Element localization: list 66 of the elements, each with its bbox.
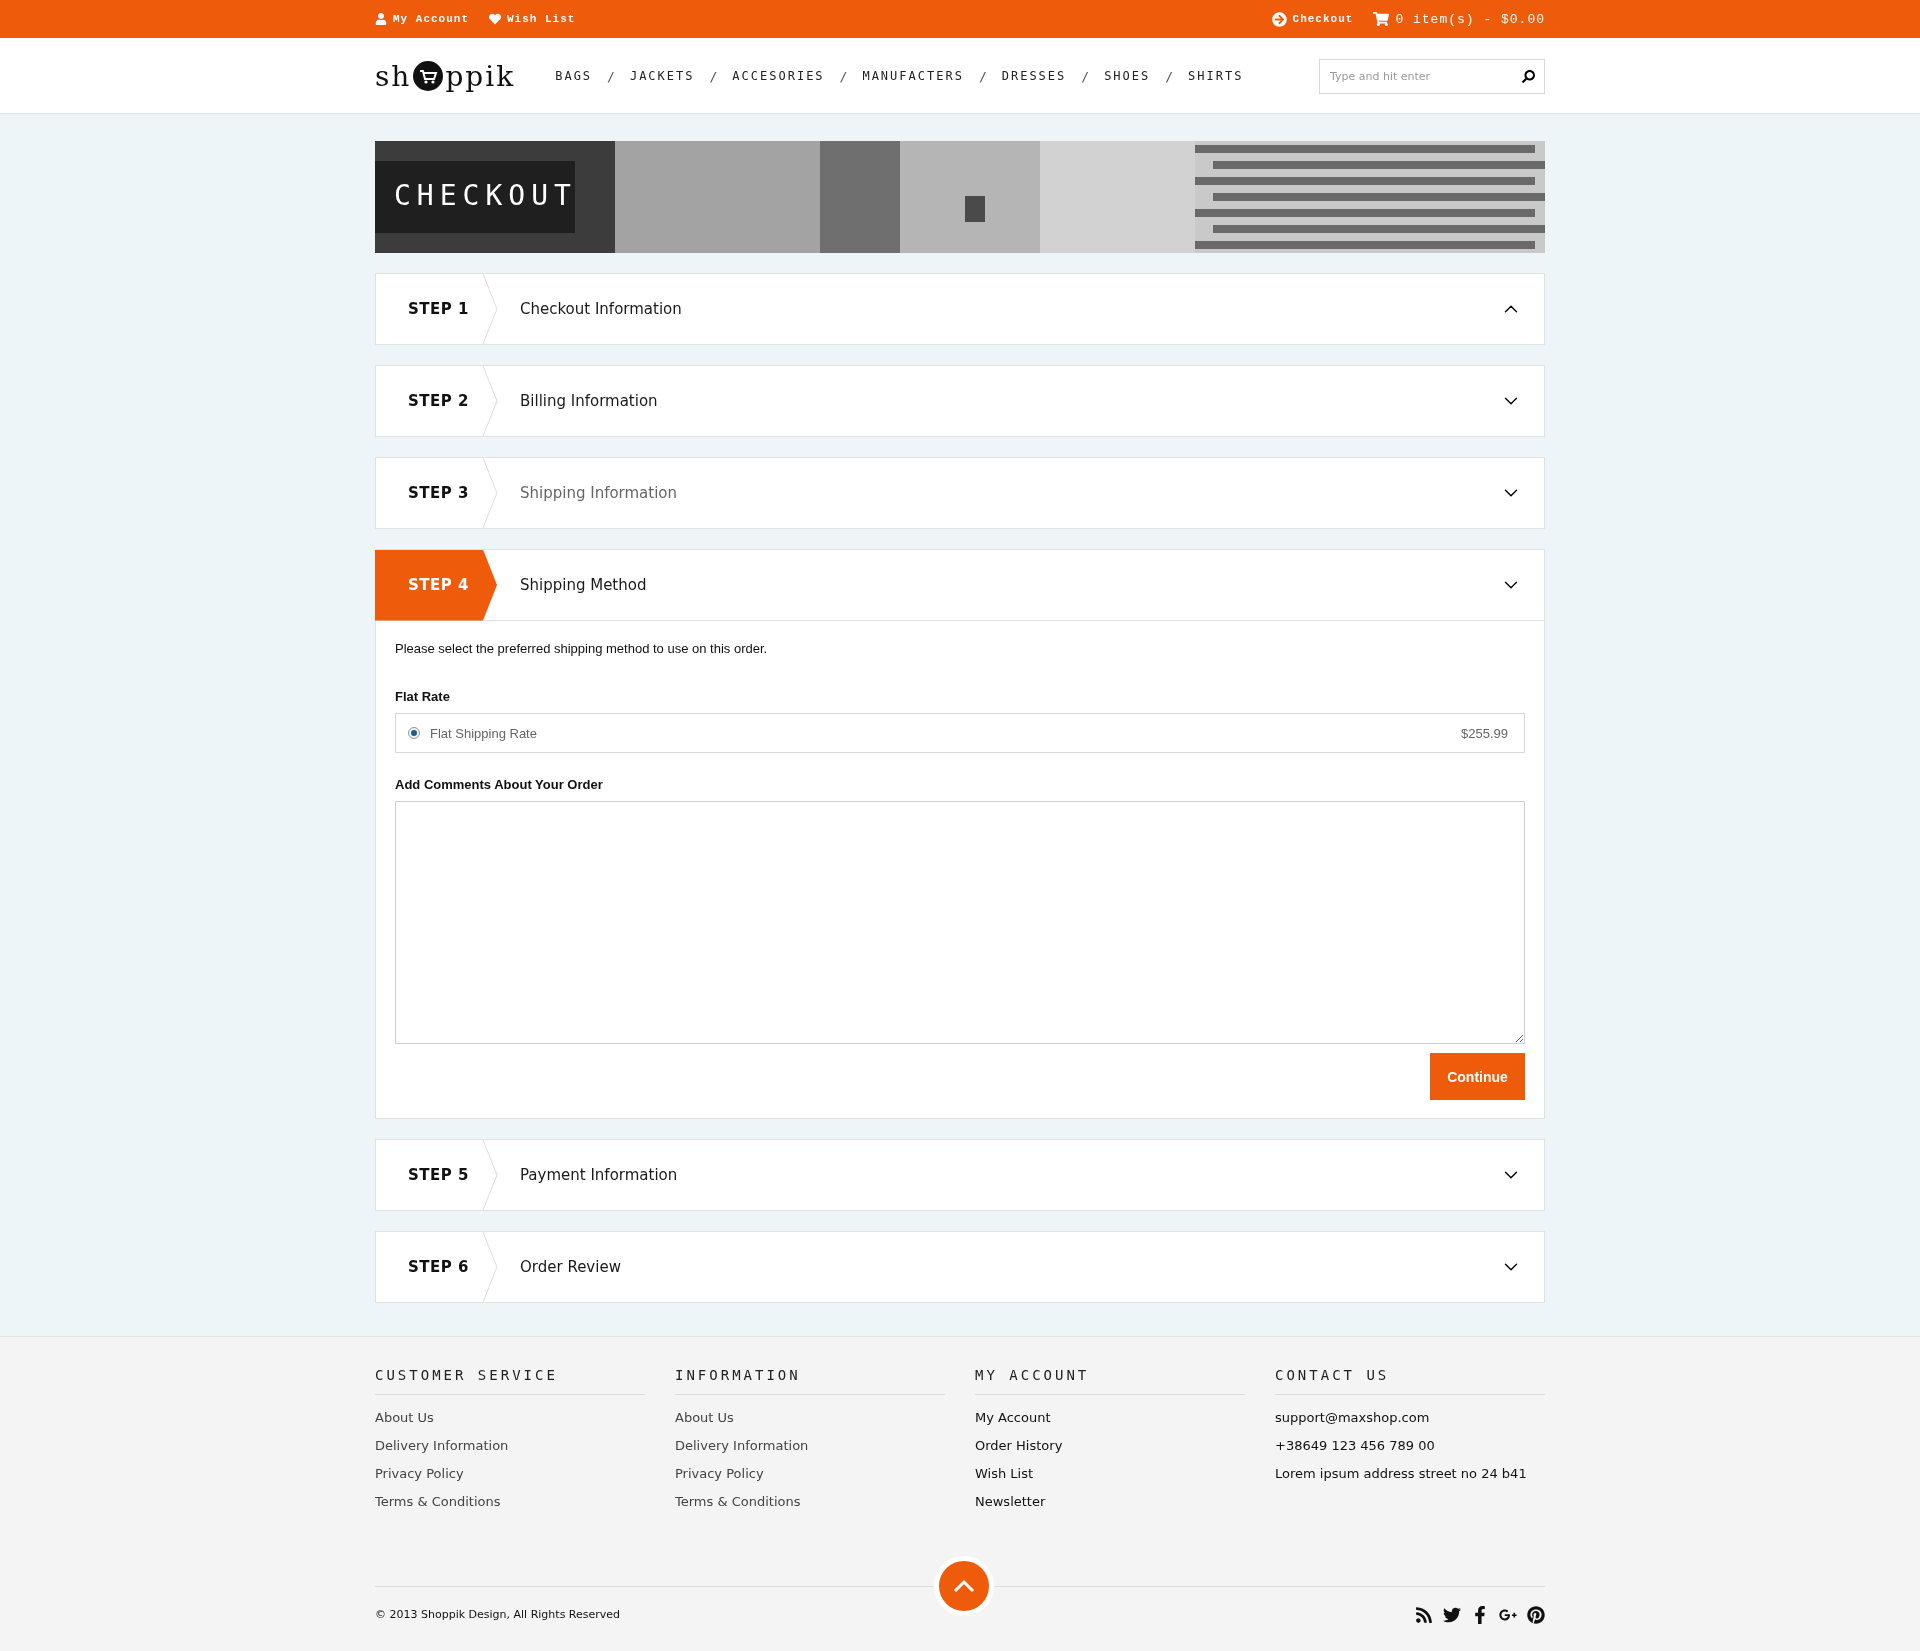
- nav-link[interactable]: SHIRTS: [1188, 69, 1244, 83]
- footer-link[interactable]: Delivery Information: [375, 1437, 509, 1455]
- footer-link[interactable]: Order History: [975, 1437, 1063, 1455]
- nav-link[interactable]: JACKETS: [629, 69, 695, 83]
- copyright-text: © 2013 Shoppik Design, All Rights Reserved: [375, 1608, 622, 1621]
- footer-link[interactable]: My Account: [975, 1409, 1051, 1427]
- cart-icon: [413, 61, 444, 91]
- step-label: STEP 6: [407, 1257, 470, 1278]
- nav-link[interactable]: SHOES: [1104, 69, 1151, 83]
- nav-separator: /: [1165, 68, 1174, 84]
- nav-separator: /: [839, 68, 848, 84]
- step-label: STEP 5: [407, 1165, 470, 1186]
- footer-heading: CONTACT US: [1275, 1367, 1545, 1395]
- contact-text: +38649 123 456 789 00: [1275, 1437, 1436, 1455]
- comments-label: Add Comments About Your Order: [395, 777, 604, 792]
- shipping-option[interactable]: Flat Shipping Rate $255.99: [395, 713, 1525, 753]
- footer-heading: CUSTOMER SERVICE: [375, 1367, 645, 1395]
- footer-link[interactable]: Terms & Conditions: [675, 1493, 801, 1511]
- footer-link[interactable]: Wish List: [975, 1465, 1034, 1483]
- footer-link[interactable]: Privacy Policy: [375, 1465, 464, 1483]
- rss-icon[interactable]: [1415, 1605, 1433, 1624]
- step-label: STEP 2: [407, 391, 470, 412]
- step-label: STEP 1: [407, 299, 470, 320]
- footer-heading: INFORMATION: [675, 1367, 945, 1395]
- step-title: Billing Information: [520, 392, 659, 410]
- footer-heading: MY ACCOUNT: [975, 1367, 1245, 1395]
- step-title: Payment Information: [520, 1166, 679, 1184]
- step-title: Shipping Method: [520, 576, 648, 594]
- search-icon[interactable]: [1522, 69, 1535, 83]
- nav-link[interactable]: ACCESORIES: [732, 69, 825, 83]
- contact-text: Lorem ipsum address street no 24 b41: [1275, 1465, 1528, 1483]
- comments-field[interactable]: [395, 801, 1525, 1044]
- user-icon: [375, 13, 387, 25]
- step-label: STEP 3: [407, 483, 470, 504]
- footer-link[interactable]: Privacy Policy: [675, 1465, 764, 1483]
- nav-separator: /: [1081, 68, 1090, 84]
- search-field[interactable]: Type and hit enter: [1319, 58, 1545, 94]
- step-label: STEP 4: [375, 549, 498, 621]
- nav-link[interactable]: MANUFACTERS: [862, 69, 964, 83]
- nav-separator: /: [709, 68, 718, 84]
- nav-separator: /: [978, 68, 987, 84]
- step-title: Shipping Information: [520, 484, 679, 502]
- nav-link[interactable]: DRESSES: [1001, 69, 1067, 83]
- footer-link[interactable]: Delivery Information: [675, 1437, 809, 1455]
- step-title: Order Review: [520, 1258, 622, 1276]
- nav-separator: /: [607, 68, 615, 84]
- contact-text: support@maxshop.com: [1275, 1409, 1431, 1427]
- cart-icon: [1373, 11, 1390, 27]
- heart-icon: [489, 13, 501, 25]
- nav-link[interactable]: BAGS: [555, 69, 593, 83]
- footer-link[interactable]: Newsletter: [975, 1493, 1046, 1511]
- footer-link[interactable]: About Us: [375, 1409, 434, 1427]
- option-label: Flat Shipping Rate: [430, 725, 538, 741]
- footer-link[interactable]: Terms & Conditions: [375, 1493, 501, 1511]
- banner-title: CHECKOUT: [394, 179, 577, 212]
- instruction-text: Please select the preferred shipping method to use on this order.: [395, 641, 769, 656]
- group-label: Flat Rate: [395, 689, 451, 704]
- twitter-icon[interactable]: [1443, 1605, 1461, 1624]
- step-title: Checkout Information: [520, 300, 683, 318]
- option-price: $255.99: [1461, 725, 1508, 741]
- arrow-right-icon: [1271, 11, 1287, 27]
- pinterest-icon[interactable]: [1527, 1605, 1545, 1624]
- chevron-up-icon: [953, 1579, 975, 1593]
- footer-link[interactable]: About Us: [675, 1409, 734, 1427]
- logo[interactable]: sh ppik: [375, 59, 516, 93]
- radio-button[interactable]: [408, 727, 420, 739]
